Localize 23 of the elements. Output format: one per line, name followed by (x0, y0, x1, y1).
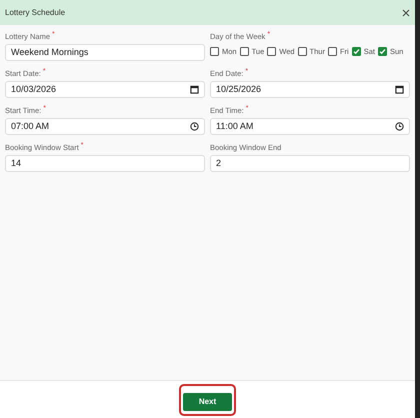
day-checkbox[interactable] (352, 47, 361, 56)
input-field[interactable]: 10/25/2026 (210, 81, 410, 98)
check-icon (352, 48, 360, 56)
next-button[interactable]: Next (183, 392, 232, 410)
input-field[interactable]: 2 (210, 155, 410, 172)
dialog-title: Lottery Schedule (5, 6, 66, 18)
input-field[interactable]: 11:00 AM (210, 118, 410, 135)
close-icon[interactable] (402, 8, 410, 16)
check-icon (378, 48, 386, 56)
input-field[interactable]: 10/03/2026 (5, 81, 205, 98)
calendar-icon[interactable] (190, 85, 199, 94)
day-checkbox[interactable] (328, 47, 337, 56)
input-field[interactable]: 07:00 AM (5, 118, 205, 135)
input-field[interactable]: 14 (5, 155, 205, 172)
day-checkbox[interactable] (298, 47, 307, 56)
calendar-icon[interactable] (395, 85, 404, 94)
day-checkbox[interactable] (378, 47, 387, 56)
day-checkbox[interactable] (240, 47, 249, 56)
input-field[interactable]: Weekend Mornings (5, 44, 205, 61)
day-checkbox[interactable] (267, 47, 276, 56)
clock-icon[interactable] (190, 122, 199, 131)
day-checkbox[interactable] (210, 47, 219, 56)
clock-icon[interactable] (395, 122, 404, 131)
